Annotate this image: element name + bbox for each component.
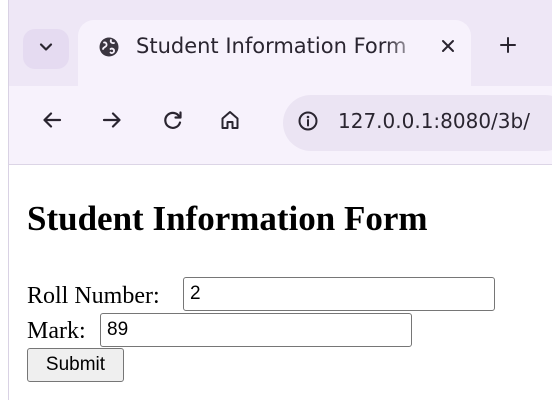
mark-label: Mark:	[27, 318, 86, 344]
info-icon	[297, 110, 319, 136]
arrow-left-icon	[40, 108, 64, 136]
url-text[interactable]: 127.0.0.1:8080/3b/	[338, 109, 530, 137]
reload-button[interactable]	[157, 106, 189, 138]
tab-close-button[interactable]	[436, 36, 460, 60]
tab-title: Student Information Form	[136, 34, 407, 58]
arrow-right-icon	[100, 108, 124, 136]
site-info-button[interactable]	[293, 108, 323, 138]
chevron-down-icon	[38, 39, 54, 59]
plus-icon	[498, 35, 518, 59]
new-tab-button[interactable]	[494, 33, 522, 61]
submit-button[interactable]: Submit	[27, 348, 124, 382]
tab-list-button[interactable]	[23, 29, 69, 69]
reload-icon	[161, 108, 185, 136]
roll-number-label: Roll Number:	[27, 283, 160, 309]
page-title: Student Information Form	[27, 199, 428, 238]
mark-input[interactable]	[100, 313, 412, 347]
close-icon	[440, 38, 456, 58]
globe-icon	[98, 36, 120, 58]
forward-button[interactable]	[96, 106, 128, 138]
home-button[interactable]	[214, 106, 246, 138]
roll-number-input[interactable]	[183, 277, 495, 311]
back-button[interactable]	[36, 106, 68, 138]
home-icon	[218, 108, 242, 136]
